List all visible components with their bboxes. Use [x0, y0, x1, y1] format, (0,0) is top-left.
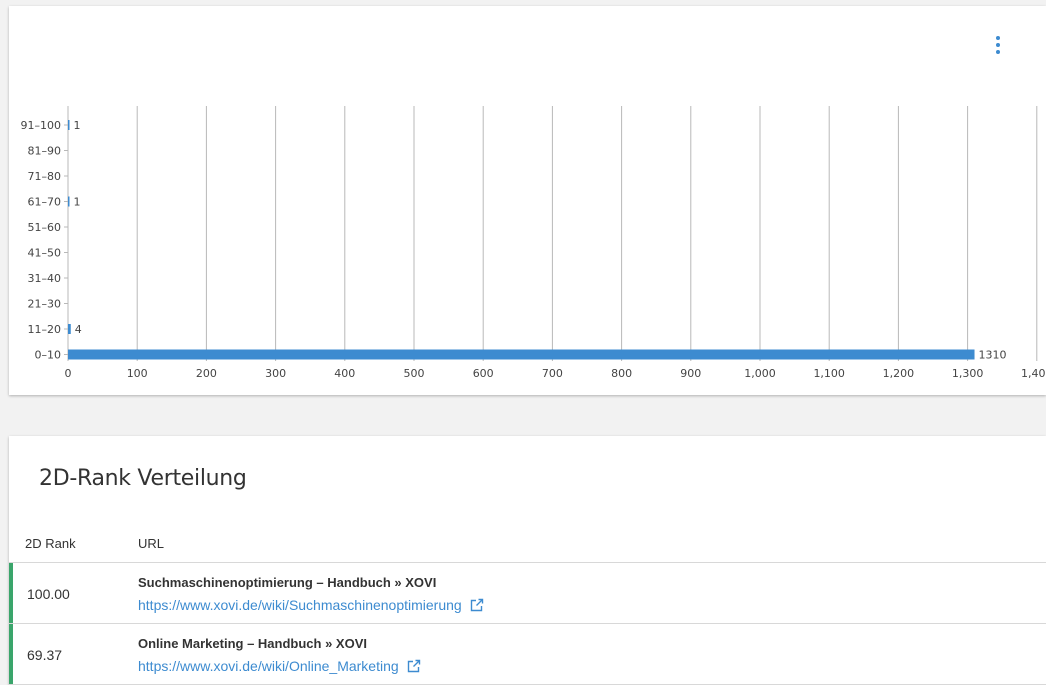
rank-value: 100.00: [27, 586, 70, 602]
bar[interactable]: [68, 120, 70, 130]
bar-data-label: 4: [75, 323, 82, 336]
y-tick-label: 71–80: [28, 170, 62, 183]
external-link-icon[interactable]: [407, 659, 421, 673]
x-tick-label: 700: [542, 367, 563, 380]
page-title: Suchmaschinenoptimierung – Handbuch » XO…: [138, 575, 437, 590]
bar-data-label: 1310: [979, 349, 1007, 362]
column-header-url[interactable]: URL: [138, 536, 164, 551]
row-accent-bar: [9, 624, 13, 684]
bar-chart: 0 100 200 300 400 500 600 700 800 900 1,000 1,100 1,…: [21, 106, 1046, 380]
y-tick-label: 51–60: [28, 221, 62, 234]
x-tick-label: 600: [473, 367, 494, 380]
x-tick-label: 200: [196, 367, 217, 380]
x-tick-label: 800: [611, 367, 632, 380]
y-tick-label: 41–50: [28, 247, 62, 260]
y-tick-label: 11–20: [28, 323, 62, 336]
x-tick-label: 400: [334, 367, 355, 380]
y-tick-label: 21–30: [28, 298, 62, 311]
x-tick-label: 1,000: [744, 367, 776, 380]
row-accent-bar: [9, 563, 13, 623]
y-tick-label: 31–40: [28, 272, 62, 285]
table-card: 2D-Rank Verteilung 2D Rank URL 100.00 Su…: [9, 436, 1046, 685]
column-header-rank[interactable]: 2D Rank: [25, 536, 76, 551]
external-link-icon[interactable]: [470, 598, 484, 612]
y-tick-label: 91–100: [21, 119, 62, 132]
bar[interactable]: [68, 196, 70, 207]
y-tick-label: 61–70: [28, 196, 62, 209]
bar-data-label: 1: [74, 119, 81, 132]
chart-card: 0 100 200 300 400 500 600 700 800 900 1,000 1,100 1,…: [9, 6, 1046, 395]
page-title: Online Marketing – Handbuch » XOVI: [138, 636, 367, 651]
rank-value: 69.37: [27, 647, 63, 663]
url-link[interactable]: https://www.xovi.de/wiki/Suchmaschinenop…: [138, 597, 462, 613]
x-tick-label: 0: [65, 367, 72, 380]
x-tick-label: 300: [265, 367, 286, 380]
x-tick-label: 900: [680, 367, 701, 380]
table-row: 69.37 Online Marketing – Handbuch » XOVI…: [9, 624, 1046, 685]
y-tick-label: 0–10: [35, 349, 62, 362]
x-tick-label: 500: [404, 367, 425, 380]
x-tick-label: 1,200: [883, 367, 915, 380]
x-tick-label: 1,400: [1021, 367, 1046, 380]
y-tick-label: 81–90: [28, 145, 62, 158]
url-link[interactable]: https://www.xovi.de/wiki/Online_Marketin…: [138, 658, 399, 674]
bar[interactable]: [68, 324, 71, 334]
bar-data-label: 1: [74, 196, 81, 209]
x-tick-label: 1,100: [813, 367, 845, 380]
table-title: 2D-Rank Verteilung: [39, 466, 247, 491]
table-row: 100.00 Suchmaschinenoptimierung – Handbu…: [9, 563, 1046, 624]
x-tick-label: 1,300: [952, 367, 984, 380]
x-tick-label: 100: [127, 367, 148, 380]
bar[interactable]: [68, 349, 975, 360]
